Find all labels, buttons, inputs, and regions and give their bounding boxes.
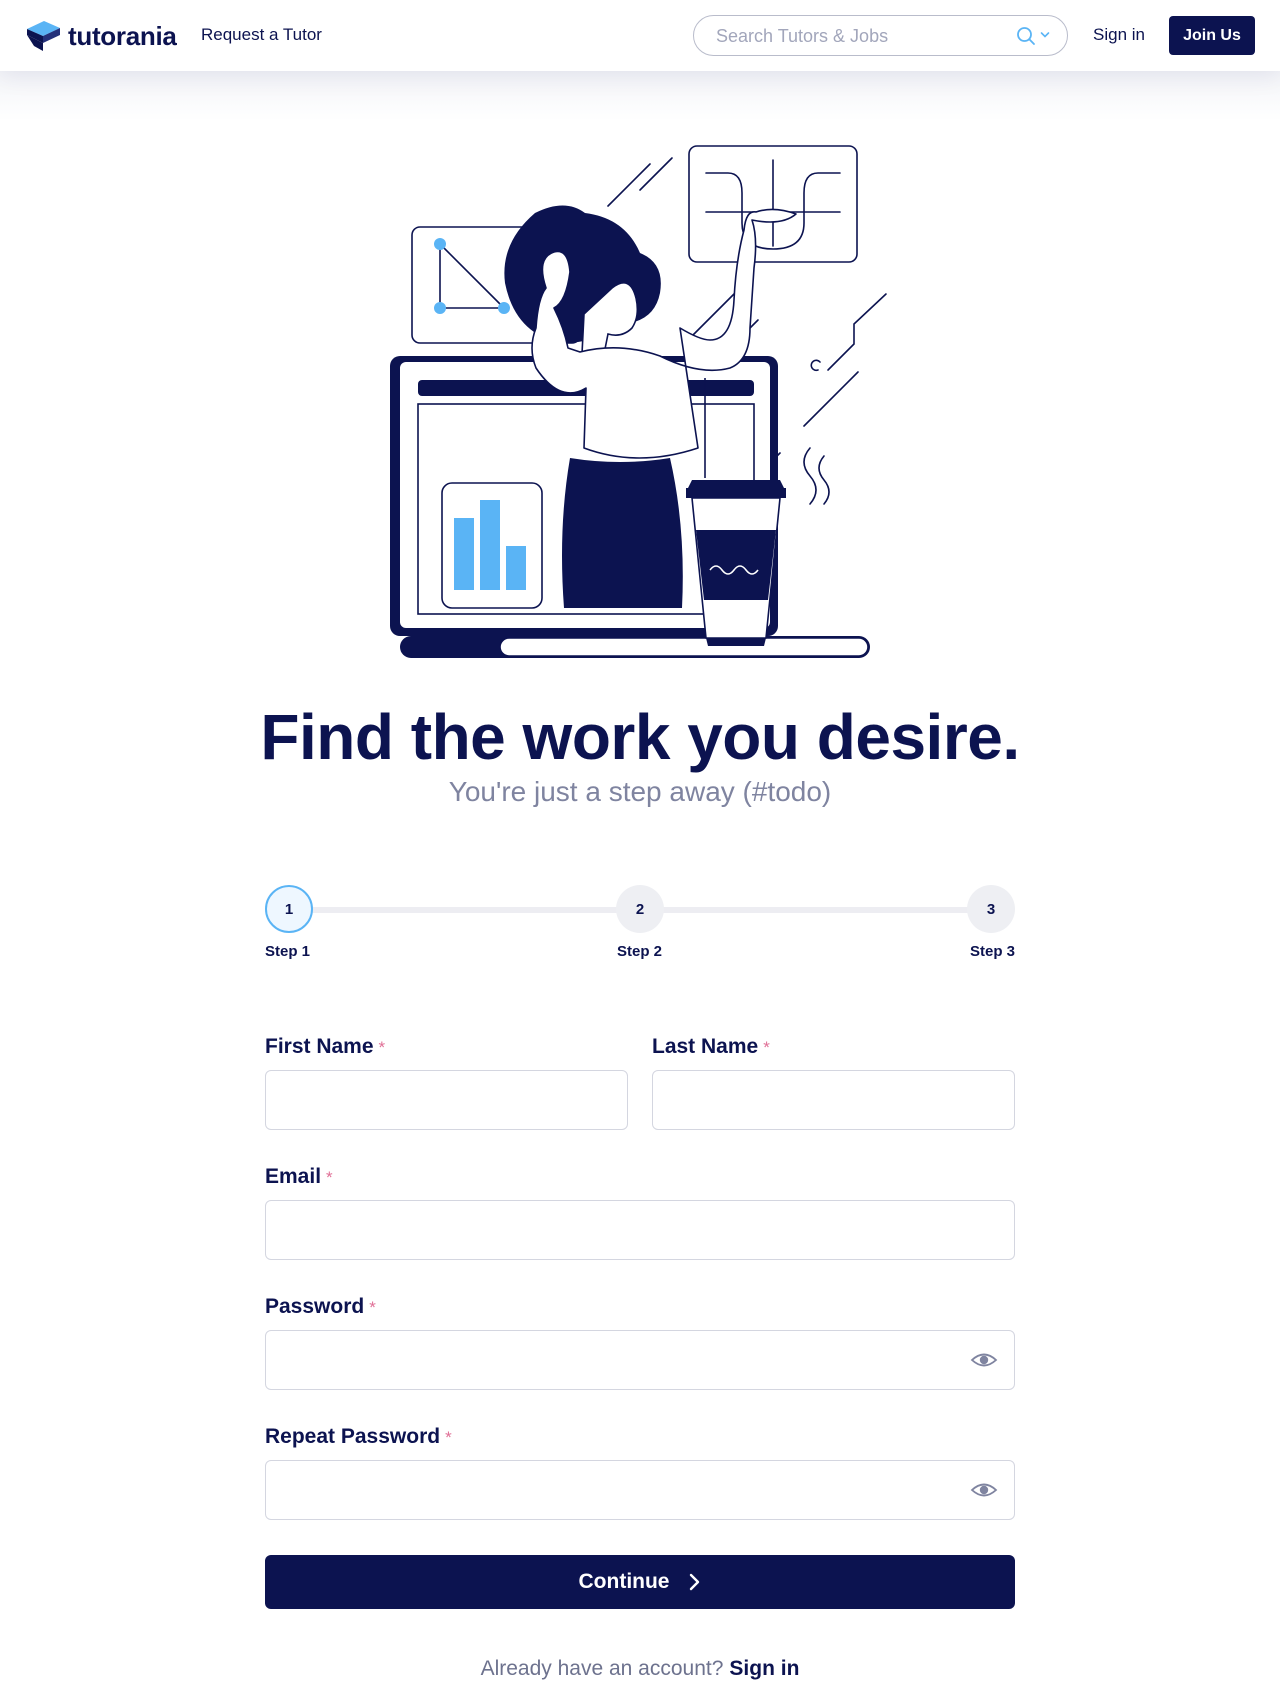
sign-in-prompt: Already have an account? Sign in (0, 1657, 1280, 1681)
first-name-input[interactable] (282, 1083, 612, 1117)
password-input[interactable] (282, 1343, 952, 1377)
step-number: 1 (284, 900, 294, 918)
chevron-right-icon (690, 1573, 700, 1591)
signup-stepper: 1 2 3 Step 1 Step 2 Step 3 (265, 885, 1015, 965)
first-name-label: First Name * (265, 1035, 385, 1059)
last-name-field[interactable] (652, 1070, 1015, 1130)
brand-logo[interactable]: tutorania (24, 19, 177, 53)
email-input[interactable] (282, 1213, 997, 1247)
required-mark: * (369, 1298, 376, 1317)
step-number: 3 (986, 900, 996, 918)
eye-icon[interactable] (970, 1348, 998, 1372)
step-3-label: Step 3 (970, 943, 1016, 960)
email-label-text: Email (265, 1165, 322, 1188)
nav-request-tutor-link[interactable]: Request a Tutor (201, 25, 322, 45)
step-1-indicator[interactable]: 1 (265, 885, 313, 933)
password-label-text: Password (265, 1295, 365, 1318)
search-box[interactable] (693, 15, 1068, 56)
repeat-password-label: Repeat Password * (265, 1425, 452, 1449)
step-3-indicator[interactable]: 3 (967, 885, 1015, 933)
email-label: Email * (265, 1165, 333, 1189)
last-name-label: Last Name * (652, 1035, 770, 1059)
repeat-password-label-text: Repeat Password (265, 1425, 441, 1448)
page-subtitle: You're just a step away (#todo) (448, 776, 832, 807)
search-icon[interactable] (1016, 26, 1036, 46)
join-us-button[interactable]: Join Us (1169, 16, 1255, 55)
step-1-label: Step 1 (265, 943, 311, 960)
repeat-password-field[interactable] (265, 1460, 1015, 1520)
step-number: 2 (635, 900, 645, 918)
page-title: Find the work you desire. (260, 701, 1020, 773)
stepper-connector (660, 907, 972, 913)
continue-button[interactable]: Continue (265, 1555, 1015, 1609)
eye-icon[interactable] (970, 1478, 998, 1502)
required-mark: * (763, 1038, 770, 1057)
search-input[interactable] (716, 24, 1006, 48)
required-mark: * (445, 1428, 452, 1447)
tutorania-logo-icon (27, 21, 60, 51)
footer-sign-in-link[interactable]: Sign in (729, 1657, 799, 1680)
required-mark: * (378, 1038, 386, 1057)
step-2-indicator[interactable]: 2 (616, 885, 664, 933)
email-field[interactable] (265, 1200, 1015, 1260)
brand-name: tutorania (68, 20, 177, 51)
stepper-connector (309, 907, 621, 913)
first-name-field[interactable] (265, 1070, 628, 1130)
header-shadow-fade (0, 71, 1280, 121)
last-name-input[interactable] (669, 1083, 999, 1117)
last-name-label-text: Last Name (652, 1035, 759, 1058)
hero-illustration (390, 145, 887, 658)
top-navbar: tutorania Request a Tutor Sign in Join U… (0, 0, 1280, 71)
first-name-label-text: First Name (265, 1035, 374, 1058)
password-label: Password * (265, 1295, 376, 1319)
repeat-password-input[interactable] (282, 1473, 952, 1507)
chevron-down-icon[interactable] (1040, 30, 1050, 40)
step-2-label: Step 2 (617, 943, 663, 960)
password-field[interactable] (265, 1330, 1015, 1390)
sign-in-prompt-text: Already have an account? (480, 1657, 724, 1680)
header-sign-in-link[interactable]: Sign in (1093, 25, 1145, 45)
continue-label: Continue (578, 1570, 670, 1593)
required-mark: * (326, 1168, 333, 1187)
